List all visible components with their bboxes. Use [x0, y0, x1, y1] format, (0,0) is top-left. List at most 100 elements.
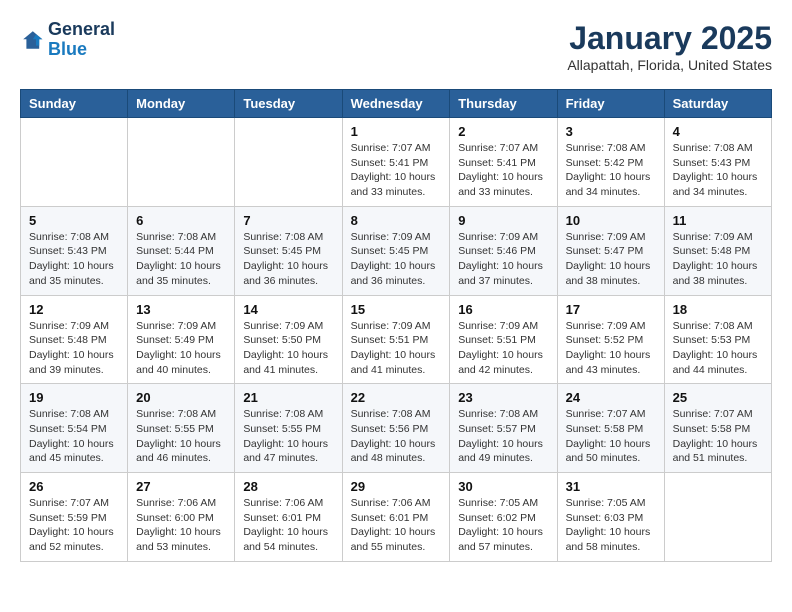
calendar-cell: 27 Sunrise: 7:06 AMSunset: 6:00 PMDaylig… [128, 473, 235, 562]
day-info: Sunrise: 7:06 AMSunset: 6:00 PMDaylight:… [136, 496, 226, 555]
location: Allapattah, Florida, United States [567, 57, 772, 73]
calendar-cell: 16 Sunrise: 7:09 AMSunset: 5:51 PMDaylig… [450, 295, 557, 384]
day-number: 3 [566, 124, 656, 139]
day-number: 10 [566, 213, 656, 228]
calendar-cell: 2 Sunrise: 7:07 AMSunset: 5:41 PMDayligh… [450, 118, 557, 207]
calendar-cell [664, 473, 771, 562]
calendar-cell: 17 Sunrise: 7:09 AMSunset: 5:52 PMDaylig… [557, 295, 664, 384]
day-number: 6 [136, 213, 226, 228]
calendar-cell: 18 Sunrise: 7:08 AMSunset: 5:53 PMDaylig… [664, 295, 771, 384]
day-info: Sunrise: 7:09 AMSunset: 5:48 PMDaylight:… [29, 319, 119, 378]
calendar-cell [21, 118, 128, 207]
day-info: Sunrise: 7:09 AMSunset: 5:51 PMDaylight:… [458, 319, 548, 378]
calendar-cell: 1 Sunrise: 7:07 AMSunset: 5:41 PMDayligh… [342, 118, 450, 207]
day-number: 29 [351, 479, 442, 494]
day-info: Sunrise: 7:08 AMSunset: 5:57 PMDaylight:… [458, 407, 548, 466]
day-number: 24 [566, 390, 656, 405]
calendar-cell: 24 Sunrise: 7:07 AMSunset: 5:58 PMDaylig… [557, 384, 664, 473]
day-info: Sunrise: 7:08 AMSunset: 5:55 PMDaylight:… [243, 407, 333, 466]
calendar-cell: 15 Sunrise: 7:09 AMSunset: 5:51 PMDaylig… [342, 295, 450, 384]
calendar-cell: 28 Sunrise: 7:06 AMSunset: 6:01 PMDaylig… [235, 473, 342, 562]
calendar-week-5: 26 Sunrise: 7:07 AMSunset: 5:59 PMDaylig… [21, 473, 772, 562]
calendar-cell: 29 Sunrise: 7:06 AMSunset: 6:01 PMDaylig… [342, 473, 450, 562]
logo-blue: Blue [48, 39, 87, 59]
day-number: 16 [458, 302, 548, 317]
page-header: General Blue January 2025 Allapattah, Fl… [20, 20, 772, 73]
day-info: Sunrise: 7:08 AMSunset: 5:54 PMDaylight:… [29, 407, 119, 466]
calendar-week-3: 12 Sunrise: 7:09 AMSunset: 5:48 PMDaylig… [21, 295, 772, 384]
calendar-cell: 13 Sunrise: 7:09 AMSunset: 5:49 PMDaylig… [128, 295, 235, 384]
calendar-header-saturday: Saturday [664, 90, 771, 118]
calendar-header-row: SundayMondayTuesdayWednesdayThursdayFrid… [21, 90, 772, 118]
day-info: Sunrise: 7:06 AMSunset: 6:01 PMDaylight:… [351, 496, 442, 555]
day-info: Sunrise: 7:09 AMSunset: 5:45 PMDaylight:… [351, 230, 442, 289]
title-section: January 2025 Allapattah, Florida, United… [567, 20, 772, 73]
calendar-cell: 31 Sunrise: 7:05 AMSunset: 6:03 PMDaylig… [557, 473, 664, 562]
calendar-cell: 22 Sunrise: 7:08 AMSunset: 5:56 PMDaylig… [342, 384, 450, 473]
day-number: 20 [136, 390, 226, 405]
day-number: 2 [458, 124, 548, 139]
day-number: 21 [243, 390, 333, 405]
calendar-cell: 30 Sunrise: 7:05 AMSunset: 6:02 PMDaylig… [450, 473, 557, 562]
calendar-cell: 8 Sunrise: 7:09 AMSunset: 5:45 PMDayligh… [342, 206, 450, 295]
calendar-cell: 20 Sunrise: 7:08 AMSunset: 5:55 PMDaylig… [128, 384, 235, 473]
calendar-cell [235, 118, 342, 207]
day-info: Sunrise: 7:06 AMSunset: 6:01 PMDaylight:… [243, 496, 333, 555]
calendar-header-thursday: Thursday [450, 90, 557, 118]
calendar-cell: 11 Sunrise: 7:09 AMSunset: 5:48 PMDaylig… [664, 206, 771, 295]
month-title: January 2025 [567, 20, 772, 57]
calendar-cell: 10 Sunrise: 7:09 AMSunset: 5:47 PMDaylig… [557, 206, 664, 295]
calendar-week-1: 1 Sunrise: 7:07 AMSunset: 5:41 PMDayligh… [21, 118, 772, 207]
day-info: Sunrise: 7:08 AMSunset: 5:45 PMDaylight:… [243, 230, 333, 289]
day-info: Sunrise: 7:05 AMSunset: 6:02 PMDaylight:… [458, 496, 548, 555]
day-info: Sunrise: 7:08 AMSunset: 5:43 PMDaylight:… [29, 230, 119, 289]
day-info: Sunrise: 7:08 AMSunset: 5:56 PMDaylight:… [351, 407, 442, 466]
calendar-week-2: 5 Sunrise: 7:08 AMSunset: 5:43 PMDayligh… [21, 206, 772, 295]
calendar-cell: 6 Sunrise: 7:08 AMSunset: 5:44 PMDayligh… [128, 206, 235, 295]
day-info: Sunrise: 7:08 AMSunset: 5:53 PMDaylight:… [673, 319, 763, 378]
logo-icon [20, 28, 44, 52]
day-number: 14 [243, 302, 333, 317]
calendar-header-wednesday: Wednesday [342, 90, 450, 118]
calendar-header-friday: Friday [557, 90, 664, 118]
calendar-week-4: 19 Sunrise: 7:08 AMSunset: 5:54 PMDaylig… [21, 384, 772, 473]
logo: General Blue [20, 20, 115, 60]
day-number: 27 [136, 479, 226, 494]
day-info: Sunrise: 7:07 AMSunset: 5:41 PMDaylight:… [458, 141, 548, 200]
day-number: 5 [29, 213, 119, 228]
day-number: 28 [243, 479, 333, 494]
day-number: 17 [566, 302, 656, 317]
day-number: 9 [458, 213, 548, 228]
day-info: Sunrise: 7:08 AMSunset: 5:55 PMDaylight:… [136, 407, 226, 466]
calendar-header-tuesday: Tuesday [235, 90, 342, 118]
day-info: Sunrise: 7:09 AMSunset: 5:47 PMDaylight:… [566, 230, 656, 289]
day-number: 22 [351, 390, 442, 405]
logo-general: General [48, 20, 115, 40]
day-info: Sunrise: 7:05 AMSunset: 6:03 PMDaylight:… [566, 496, 656, 555]
calendar-cell: 14 Sunrise: 7:09 AMSunset: 5:50 PMDaylig… [235, 295, 342, 384]
calendar-cell: 19 Sunrise: 7:08 AMSunset: 5:54 PMDaylig… [21, 384, 128, 473]
day-number: 13 [136, 302, 226, 317]
calendar-cell: 3 Sunrise: 7:08 AMSunset: 5:42 PMDayligh… [557, 118, 664, 207]
day-info: Sunrise: 7:09 AMSunset: 5:48 PMDaylight:… [673, 230, 763, 289]
day-number: 7 [243, 213, 333, 228]
day-info: Sunrise: 7:07 AMSunset: 5:41 PMDaylight:… [351, 141, 442, 200]
day-info: Sunrise: 7:07 AMSunset: 5:59 PMDaylight:… [29, 496, 119, 555]
day-info: Sunrise: 7:09 AMSunset: 5:50 PMDaylight:… [243, 319, 333, 378]
day-info: Sunrise: 7:07 AMSunset: 5:58 PMDaylight:… [673, 407, 763, 466]
calendar-cell: 26 Sunrise: 7:07 AMSunset: 5:59 PMDaylig… [21, 473, 128, 562]
calendar-header-sunday: Sunday [21, 90, 128, 118]
day-number: 26 [29, 479, 119, 494]
calendar-cell: 23 Sunrise: 7:08 AMSunset: 5:57 PMDaylig… [450, 384, 557, 473]
day-number: 12 [29, 302, 119, 317]
calendar-cell: 7 Sunrise: 7:08 AMSunset: 5:45 PMDayligh… [235, 206, 342, 295]
day-number: 19 [29, 390, 119, 405]
calendar-table: SundayMondayTuesdayWednesdayThursdayFrid… [20, 89, 772, 562]
day-number: 8 [351, 213, 442, 228]
day-info: Sunrise: 7:08 AMSunset: 5:43 PMDaylight:… [673, 141, 763, 200]
calendar-cell [128, 118, 235, 207]
calendar-cell: 25 Sunrise: 7:07 AMSunset: 5:58 PMDaylig… [664, 384, 771, 473]
day-info: Sunrise: 7:09 AMSunset: 5:51 PMDaylight:… [351, 319, 442, 378]
day-number: 4 [673, 124, 763, 139]
day-number: 25 [673, 390, 763, 405]
